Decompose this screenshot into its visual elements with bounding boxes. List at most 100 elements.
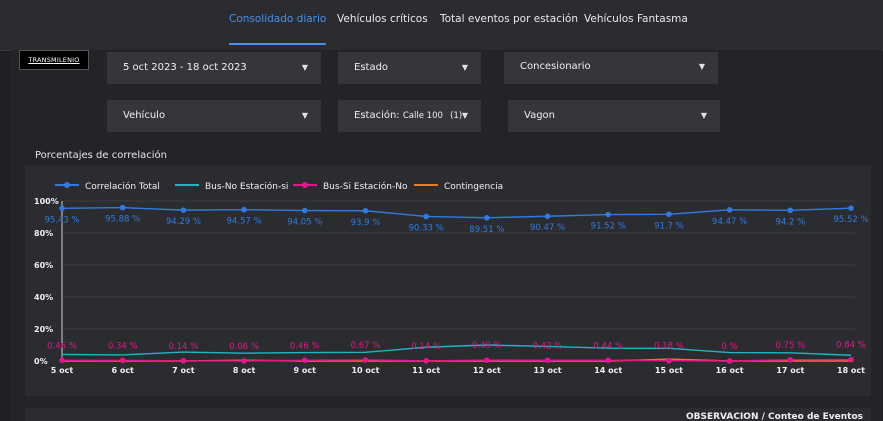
observacion-panel: OBSERVACION / Conteo de Eventos bbox=[25, 408, 871, 421]
y-tick-label: 100% bbox=[34, 197, 59, 206]
data-label: 95.43 % bbox=[44, 215, 79, 225]
x-tick-label: 14 oct bbox=[594, 366, 622, 375]
chevron-down-icon: ▼ bbox=[301, 63, 308, 72]
data-label: 94.47 % bbox=[712, 217, 747, 227]
data-point bbox=[726, 207, 733, 213]
data-label: 0.49 % bbox=[472, 341, 502, 351]
x-tick-label: 8 oct bbox=[233, 366, 256, 375]
y-tick-label: 80% bbox=[34, 229, 53, 238]
vehiculo-label: Vehículo bbox=[123, 110, 166, 121]
date-range-picker[interactable]: 5 oct 2023 - 18 oct 2023 ▼ bbox=[107, 52, 321, 84]
data-label: 89.51 % bbox=[469, 225, 504, 235]
data-label: 94.57 % bbox=[227, 217, 262, 227]
data-point bbox=[241, 206, 247, 213]
observacion-title: OBSERVACION / Conteo de Eventos bbox=[685, 412, 863, 421]
data-point bbox=[180, 357, 187, 364]
correlation-chart-panel: 100% 80% 60% 40% 20% 0% 5 oct 6 oct 7 oct 8 oct 9 … bbox=[25, 165, 871, 396]
estado-label: Estado bbox=[354, 62, 389, 73]
data-point bbox=[423, 213, 429, 220]
data-label: 93.9 % bbox=[351, 218, 381, 228]
date-range-value: 5 oct 2023 - 18 oct 2023 bbox=[123, 62, 247, 73]
y-tick-label: 0% bbox=[34, 357, 48, 366]
data-point bbox=[726, 358, 733, 364]
legend-marker bbox=[302, 182, 308, 188]
data-point bbox=[119, 357, 126, 364]
data-label: 0 % bbox=[722, 342, 738, 352]
data-label: 94.29 % bbox=[166, 217, 201, 227]
data-label: 94.05 % bbox=[287, 218, 322, 228]
chevron-down-icon: ▼ bbox=[461, 63, 468, 72]
data-label: 0.75 % bbox=[775, 341, 805, 351]
tab-total-eventos-por-estacion[interactable]: Total eventos por estación bbox=[440, 13, 578, 45]
tab-vehiculos-criticos[interactable]: Vehículos críticos bbox=[337, 13, 428, 45]
transmilenio-logo: TRANSMILENIO bbox=[19, 50, 89, 70]
x-tick-label: 12 oct bbox=[473, 366, 501, 375]
chevron-down-icon: ▼ bbox=[461, 111, 468, 120]
data-point bbox=[787, 357, 794, 363]
legend-marker bbox=[64, 182, 70, 188]
vehiculo-filter[interactable]: Vehículo ▼ bbox=[107, 100, 321, 132]
data-label: 0.42 % bbox=[533, 341, 563, 351]
estacion-label: Estación: bbox=[354, 110, 400, 121]
data-point bbox=[848, 356, 854, 363]
data-label: 0.46 % bbox=[290, 341, 320, 351]
data-label: 0.67 % bbox=[351, 341, 381, 351]
data-label: 0.06 % bbox=[229, 342, 259, 352]
data-label: 94.2 % bbox=[775, 217, 805, 227]
concesionario-filter[interactable]: Concesionario ▼ bbox=[504, 52, 718, 84]
x-tick-label: 5 oct bbox=[51, 366, 74, 375]
data-label: 0.18 % bbox=[654, 342, 684, 352]
x-tick-label: 18 oct bbox=[837, 366, 865, 375]
data-label: 91.52 % bbox=[591, 222, 626, 232]
correlation-line-chart: 100% 80% 60% 40% 20% 0%5 oct 6 oct 7 oct 8 oct 9 … bbox=[34, 181, 869, 375]
data-point bbox=[423, 357, 429, 364]
x-tick-label: 7 oct bbox=[172, 366, 195, 375]
estacion-value: Calle 100 bbox=[402, 111, 443, 121]
x-tick-label: 9 oct bbox=[294, 366, 317, 375]
legend-label: Correlación Total bbox=[85, 181, 160, 192]
data-point bbox=[544, 357, 551, 364]
data-label: 0.84 % bbox=[836, 341, 866, 351]
data-label: 0.34 % bbox=[108, 341, 138, 351]
data-point bbox=[362, 207, 369, 214]
y-tick-label: 60% bbox=[34, 261, 53, 270]
x-tick-label: 11 oct bbox=[412, 366, 440, 375]
tab-consolidado-diario[interactable]: Consolidado diario bbox=[229, 13, 327, 45]
series-line bbox=[61, 358, 852, 362]
data-label: 90.33 % bbox=[409, 223, 444, 233]
data-point bbox=[848, 205, 854, 211]
data-point bbox=[301, 207, 308, 214]
vagon-filter[interactable]: Vagon ▼ bbox=[508, 100, 720, 132]
estado-filter[interactable]: Estado ▼ bbox=[338, 52, 481, 84]
x-tick-label: 13 oct bbox=[534, 366, 562, 375]
data-point bbox=[119, 204, 126, 211]
data-point bbox=[59, 205, 65, 212]
data-point bbox=[605, 357, 612, 364]
tab-vehiculos-fantasma[interactable]: Vehículos Fantasma bbox=[584, 13, 688, 45]
data-point bbox=[484, 214, 490, 221]
top-navigation: Consolidado diario Vehículos críticos To… bbox=[0, 0, 883, 51]
estacion-count: (1) bbox=[450, 111, 463, 121]
x-tick-label: 6 oct bbox=[111, 366, 134, 375]
y-tick-label: 40% bbox=[34, 293, 53, 302]
x-tick-label: 16 oct bbox=[716, 366, 744, 375]
data-label: 0.14 % bbox=[169, 342, 199, 352]
data-label: 95.88 % bbox=[105, 215, 140, 225]
section-title: Porcentajes de correlación bbox=[35, 150, 167, 161]
estacion-filter[interactable]: Estación: Calle 100 (1) ▼ bbox=[338, 100, 481, 132]
data-point bbox=[241, 358, 247, 364]
data-point bbox=[301, 357, 308, 364]
vagon-label: Vagon bbox=[524, 110, 555, 121]
data-label: 90.47 % bbox=[530, 223, 565, 233]
data-label: 0.44 % bbox=[593, 341, 623, 351]
data-point bbox=[362, 357, 369, 363]
data-point bbox=[59, 357, 65, 364]
chevron-down-icon: ▼ bbox=[698, 62, 705, 71]
data-point bbox=[605, 211, 612, 218]
data-point bbox=[787, 207, 794, 214]
data-point bbox=[180, 207, 187, 213]
data-label: 95.52 % bbox=[833, 215, 868, 225]
legend-label: Bus-Si Estación-No bbox=[323, 181, 408, 192]
data-label: 0.14 % bbox=[411, 342, 441, 352]
data-label: 91.7 % bbox=[654, 221, 684, 231]
